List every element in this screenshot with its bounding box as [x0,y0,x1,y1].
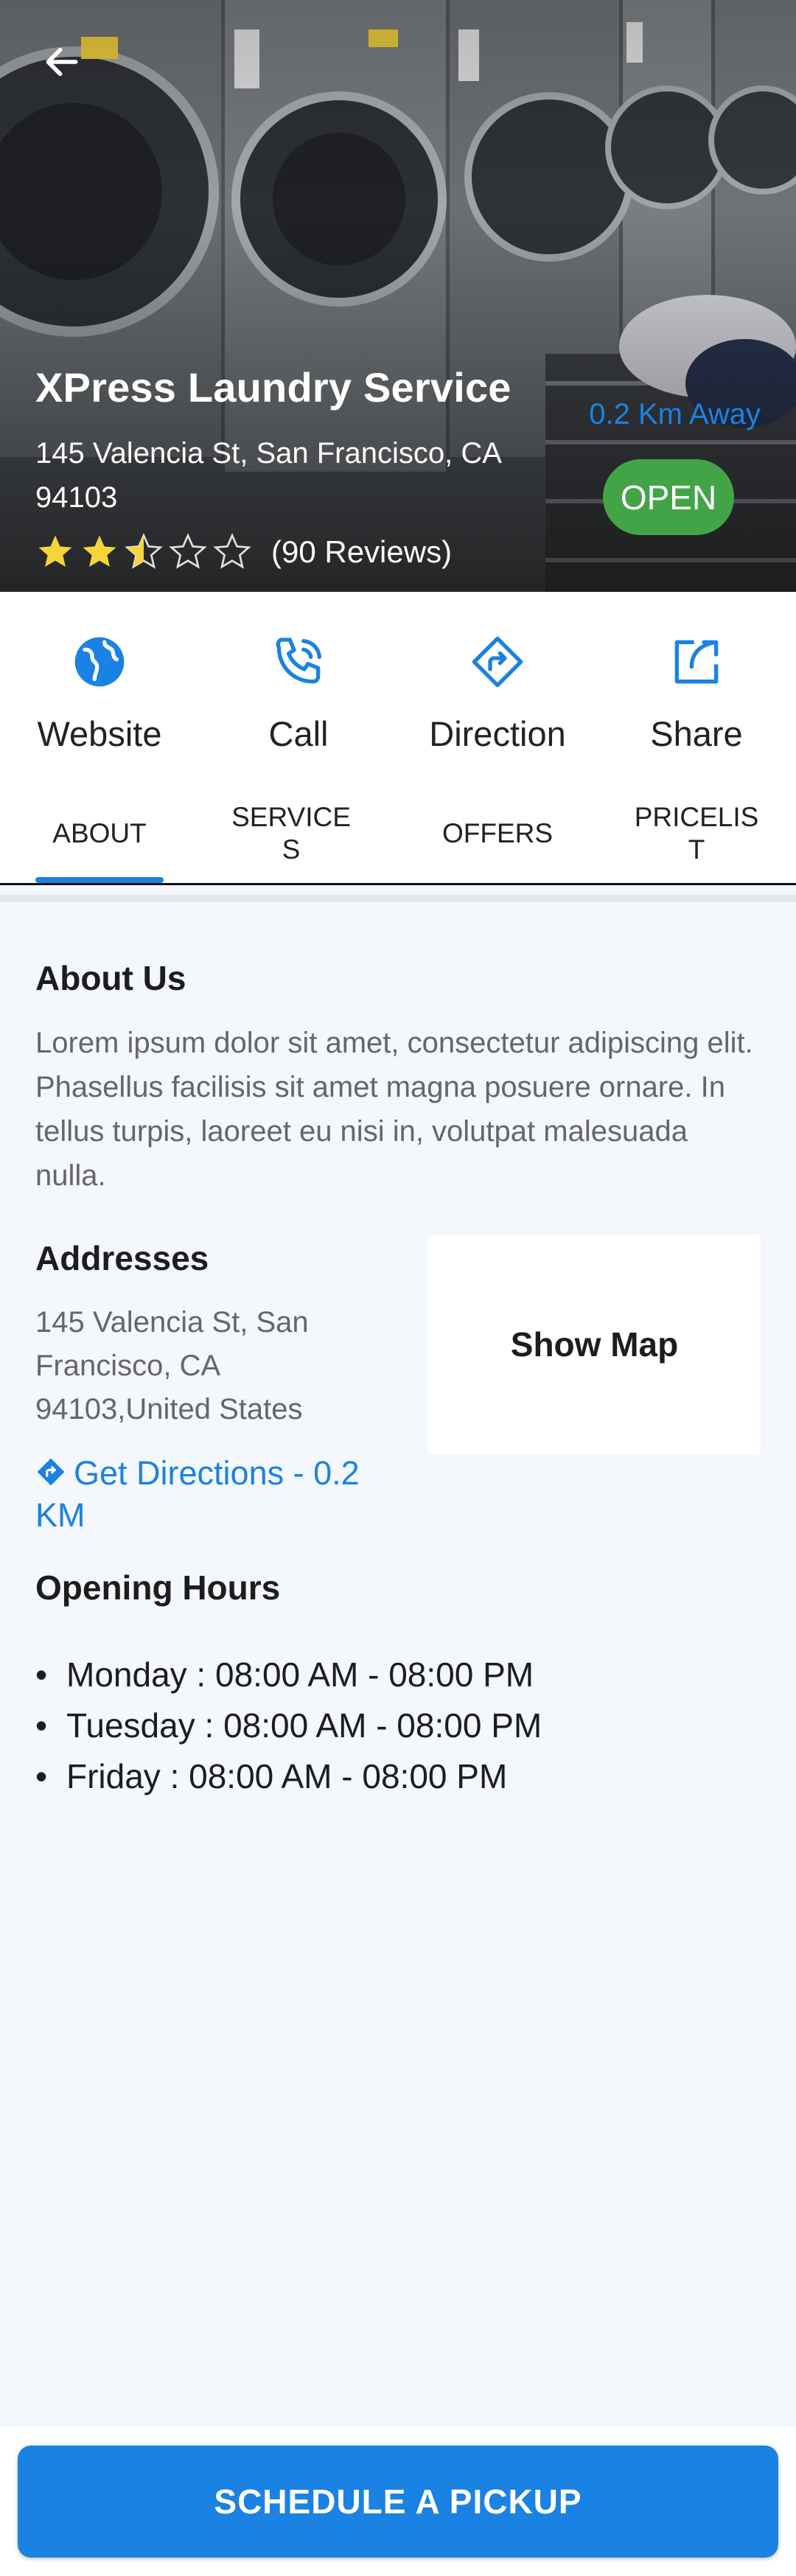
globe-icon [74,637,125,687]
share-icon [674,640,719,684]
business-address: 145 Valencia St, San Francisco, CA 94103 [35,437,500,514]
star-half-icon [125,533,163,569]
reviews-count: (90 Reviews) [271,534,453,569]
direction-icon [37,1458,65,1486]
addresses-heading: Addresses [35,1239,209,1277]
star-full-icon [83,535,116,568]
action-row: Website Call Direction Share [0,592,796,783]
about-text: Lorem ipsum dolor sit amet, consectetur … [35,1027,753,1192]
tab-bar: ABOUT SERVICES OFFERS PRICELIST [0,783,796,885]
schedule-pickup-button[interactable]: SCHEDULE A PICKUP [18,2446,778,2558]
star-full-icon [38,535,72,568]
hours-item: Monday : 08:00 AM - 08:00 PM [35,1650,542,1700]
call-button[interactable]: Call [199,632,398,780]
share-label: Share [650,714,743,753]
tab-pricelist[interactable]: PRICELIST [626,783,767,883]
arrow-left-icon [46,47,78,77]
direction-button[interactable]: Direction [398,632,597,780]
direction-label: Direction [429,714,566,753]
opening-hours-heading: Opening Hours [35,1568,281,1607]
divider [0,895,796,902]
tab-about[interactable]: ABOUT [35,783,164,883]
back-button[interactable] [32,32,91,91]
tab-services[interactable]: SERVICES [225,783,357,883]
get-directions-label: Get Directions - 0.2 KM [35,1454,360,1534]
website-label: Website [37,714,162,753]
share-button[interactable]: Share [597,632,796,780]
address-text: 145 Valencia St, San Francisco, CA 94103… [35,1306,309,1425]
star-empty-icon [169,533,207,569]
open-status-badge: OPEN [603,459,734,535]
distance-label: 0.2 Km Away [589,398,761,430]
hours-item: Tuesday : 08:00 AM - 08:00 PM [35,1700,542,1751]
rating-row: (90 Reviews) [35,532,452,572]
about-heading: About Us [35,959,186,997]
opening-hours-list: Monday : 08:00 AM - 08:00 PM Tuesday : 0… [35,1650,542,1802]
tab-offers[interactable]: OFFERS [431,783,564,883]
show-map-button[interactable]: Show Map [428,1235,761,1454]
hours-item: Friday : 08:00 AM - 08:00 PM [35,1751,542,1802]
direction-icon [472,636,523,688]
call-label: Call [268,714,329,753]
star-empty-icon [213,533,251,569]
business-title: XPress Laundry Service [35,364,512,411]
website-button[interactable]: Website [0,632,199,780]
get-directions-link[interactable]: Get Directions - 0.2 KM [35,1452,404,1536]
phone-icon [276,638,322,684]
